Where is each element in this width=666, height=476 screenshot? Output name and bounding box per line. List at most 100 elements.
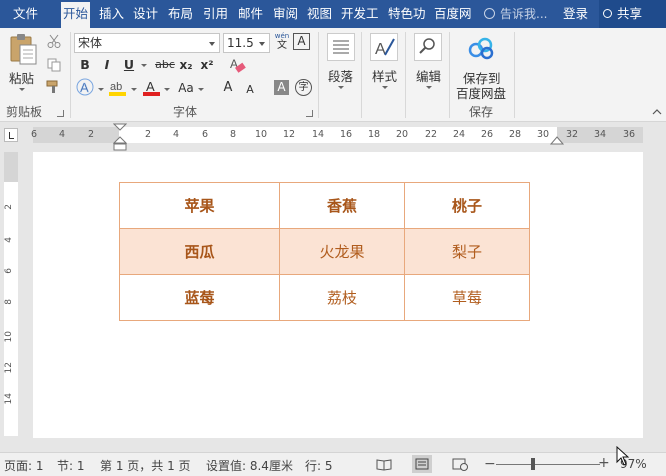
zoom-slider[interactable]	[496, 464, 600, 465]
tab-home[interactable]: 开始	[61, 2, 91, 28]
chevron-down-icon[interactable]	[259, 42, 265, 46]
tab-references[interactable]: 引用	[203, 0, 228, 28]
tab-developer[interactable]: 开发工	[341, 0, 381, 28]
styles-icon[interactable]: A	[370, 33, 398, 61]
copy-icon[interactable]	[47, 58, 61, 72]
shrink-font-button[interactable]: A	[244, 82, 256, 98]
font-size-combo[interactable]: 11.5	[223, 33, 270, 53]
table-cell[interactable]: 草莓	[404, 274, 530, 321]
table-cell[interactable]: 荔枝	[279, 274, 405, 321]
underline-dropdown-arrow[interactable]	[141, 64, 147, 67]
tab-baidu[interactable]: 百度网	[434, 0, 474, 28]
text-effects-icon[interactable]: A	[76, 78, 96, 98]
font-color-icon[interactable]: A	[142, 78, 162, 98]
paragraph-icon[interactable]	[327, 33, 355, 61]
read-mode-button[interactable]	[374, 455, 394, 473]
collapse-ribbon-icon[interactable]	[652, 108, 662, 116]
strikethrough-button[interactable]: abc	[154, 57, 176, 73]
editing-button-label[interactable]: 编辑	[416, 66, 441, 85]
print-layout-button[interactable]	[412, 455, 432, 473]
font-color-dropdown-arrow[interactable]	[164, 88, 170, 91]
vruler-number: 10	[4, 331, 14, 343]
zoom-out-button[interactable]: −	[484, 456, 496, 472]
search-icon[interactable]	[414, 33, 442, 61]
web-layout-button[interactable]	[450, 455, 470, 473]
login-button[interactable]: 登录	[563, 0, 588, 28]
group-separator	[70, 32, 71, 118]
text-effects-dropdown-arrow[interactable]	[98, 88, 104, 91]
table-cell[interactable]: 桃子	[404, 182, 530, 229]
tab-review[interactable]: 审阅	[273, 0, 298, 28]
fruit-table[interactable]: 苹果 香蕉 桃子 西瓜 火龙果 梨子 蓝莓 荔枝 草莓	[119, 182, 530, 321]
table-cell[interactable]: 梨子	[404, 228, 530, 275]
tab-design[interactable]: 设计	[133, 0, 158, 28]
ruler-number: 22	[424, 129, 438, 140]
clear-formatting-icon[interactable]: A	[228, 56, 246, 74]
paste-button-label[interactable]: 粘贴	[9, 68, 34, 87]
table-cell[interactable]: 苹果	[119, 182, 280, 229]
highlight-dropdown-arrow[interactable]	[131, 88, 137, 91]
chevron-down-icon[interactable]	[209, 42, 215, 46]
tab-mailings[interactable]: 邮件	[238, 0, 263, 28]
styles-button-label[interactable]: 样式	[372, 66, 397, 85]
status-page-count[interactable]: 第 1 页，共 1 页	[100, 457, 191, 474]
table-cell[interactable]: 蓝莓	[119, 274, 280, 321]
paste-dropdown-arrow[interactable]	[19, 88, 25, 91]
ruler-number: 8	[229, 129, 237, 140]
ruler-number: 6	[30, 129, 38, 140]
status-page[interactable]: 页面: 1	[4, 457, 44, 474]
paragraph-button-label[interactable]: 段落	[328, 66, 353, 85]
table-cell[interactable]: 香蕉	[279, 182, 405, 229]
cut-icon[interactable]	[47, 34, 61, 48]
font-name-combo[interactable]: 宋体	[74, 33, 220, 53]
editing-dropdown-arrow[interactable]	[426, 86, 432, 89]
group-separator	[405, 32, 406, 118]
tab-file[interactable]: 文件	[13, 0, 38, 28]
table-cell[interactable]: 西瓜	[119, 228, 280, 275]
status-line[interactable]: 行: 5	[305, 457, 333, 474]
ruler-number: 18	[367, 129, 381, 140]
bold-button[interactable]: B	[78, 57, 92, 73]
baidu-cloud-icon[interactable]	[466, 36, 496, 62]
save-group-label: 保存	[469, 105, 494, 119]
italic-button[interactable]: I	[100, 57, 114, 73]
grow-font-button[interactable]: A	[221, 80, 235, 96]
tell-me-box[interactable]: 告诉我...	[484, 0, 547, 28]
svg-text:ab: ab	[110, 81, 122, 93]
status-setting[interactable]: 设置值: 8.4厘米	[206, 457, 293, 474]
underline-button[interactable]: U	[122, 57, 136, 73]
group-separator	[318, 32, 319, 118]
tab-insert[interactable]: 插入	[99, 0, 124, 28]
share-button[interactable]: 共享	[599, 0, 666, 28]
change-case-button[interactable]: Aa	[176, 80, 196, 96]
vruler-number: 14	[4, 393, 14, 405]
indent-marker-icon[interactable]	[113, 123, 127, 153]
clipboard-launcher-icon[interactable]	[57, 110, 64, 117]
tab-special[interactable]: 特色功	[388, 0, 428, 28]
status-section[interactable]: 节: 1	[57, 457, 85, 474]
zoom-in-button[interactable]: +	[598, 455, 610, 471]
change-case-dropdown-arrow[interactable]	[198, 88, 204, 91]
ruler-number: 6	[201, 129, 209, 140]
tab-selector[interactable]	[4, 128, 18, 142]
zoom-slider-thumb[interactable]	[531, 458, 535, 470]
ruler-number: 24	[452, 129, 466, 140]
styles-dropdown-arrow[interactable]	[382, 86, 388, 89]
phonetic-guide-button[interactable]: wén 文	[274, 32, 290, 52]
paste-icon[interactable]	[8, 33, 38, 65]
paragraph-dropdown-arrow[interactable]	[338, 86, 344, 89]
char-shading-button[interactable]: A	[274, 80, 289, 95]
mouse-cursor-icon	[616, 446, 630, 466]
char-border-button[interactable]: A	[293, 33, 310, 50]
superscript-button[interactable]: x²	[199, 57, 215, 73]
tab-layout[interactable]: 布局	[168, 0, 193, 28]
right-indent-marker-icon[interactable]	[550, 136, 564, 146]
save-baidu-label-line2[interactable]: 百度网盘	[456, 83, 506, 102]
subscript-button[interactable]: x₂	[178, 57, 194, 73]
format-painter-icon[interactable]	[46, 80, 62, 94]
table-cell[interactable]: 火龙果	[279, 228, 405, 275]
highlight-icon[interactable]: ab	[108, 78, 128, 98]
font-launcher-icon[interactable]	[306, 110, 313, 117]
enclose-char-button[interactable]: 字	[295, 79, 312, 96]
tab-view[interactable]: 视图	[307, 0, 332, 28]
